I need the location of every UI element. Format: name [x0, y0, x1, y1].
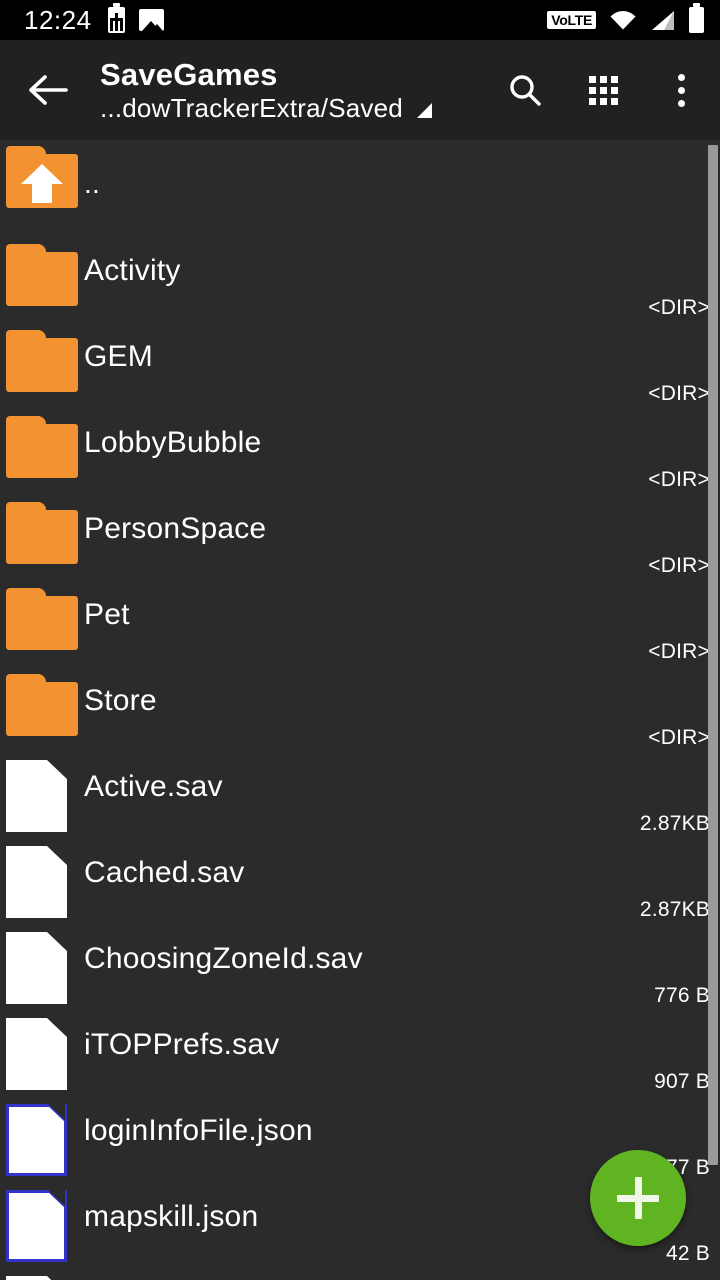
- list-item-name: Activity: [84, 254, 181, 287]
- overflow-menu-icon: [677, 73, 685, 107]
- status-right-icons: VoLTE: [547, 3, 708, 33]
- document-icon: [6, 932, 67, 1004]
- list-item-name: Active.sav: [84, 770, 223, 803]
- grid-view-icon: [588, 75, 618, 105]
- list-item-name: ChoosingZoneId.sav: [84, 942, 363, 975]
- page-title: SaveGames: [100, 57, 278, 93]
- xml-document-icon: [6, 1104, 67, 1176]
- list-item-meta: 907 B: [654, 1070, 710, 1093]
- list-item-name: PersonSpace: [84, 512, 267, 545]
- add-button[interactable]: [590, 1150, 686, 1246]
- status-clock: 12:24: [24, 5, 92, 35]
- folder-icon: [6, 244, 78, 306]
- list-item-icon: [0, 582, 84, 650]
- search-button[interactable]: [486, 40, 564, 140]
- list-item-meta: 2.87KB: [639, 898, 710, 921]
- status-left-icons: [107, 3, 164, 33]
- signal-icon: [650, 10, 676, 31]
- list-item[interactable]: [0, 1270, 720, 1280]
- list-item-meta: <DIR>: [648, 640, 710, 663]
- title-block: SaveGames ...dowTrackerExtra/Saved: [96, 57, 486, 122]
- list-item-icon: [0, 1270, 84, 1280]
- list-item-name: loginInfoFile.json: [84, 1114, 313, 1147]
- list-item-meta: <DIR>: [648, 726, 710, 749]
- file-list[interactable]: .. Activity <DIR> GEM <DIR> LobbyBubble <DI…: [0, 140, 720, 1280]
- document-icon: [6, 760, 67, 832]
- list-item-icon: [0, 238, 84, 306]
- grid-view-button[interactable]: [564, 40, 642, 140]
- battery-icon: [689, 3, 704, 33]
- list-item-name: Cached.sav: [84, 856, 245, 889]
- folder-icon: [6, 674, 78, 736]
- folder-icon: [6, 330, 78, 392]
- folder-icon: [6, 416, 78, 478]
- folder-icon: [6, 502, 78, 564]
- breadcrumb-path: ...dowTrackerExtra/Saved: [100, 92, 403, 123]
- list-item-name: iTOPPrefs.sav: [84, 1028, 280, 1061]
- list-item-name: Pet: [84, 598, 130, 631]
- battery-plus-icon: [107, 3, 125, 33]
- breadcrumb[interactable]: ...dowTrackerExtra/Saved: [100, 94, 486, 123]
- list-item[interactable]: ..: [0, 140, 720, 238]
- overflow-menu-button[interactable]: [642, 40, 720, 140]
- list-item-name: LobbyBubble: [84, 426, 262, 459]
- list-scrollbar[interactable]: [708, 140, 720, 1280]
- list-item-name: GEM: [84, 340, 153, 373]
- list-item-icon: [0, 410, 84, 478]
- list-item[interactable]: iTOPPrefs.sav 907 B: [0, 1012, 720, 1098]
- list-item[interactable]: Activity <DIR>: [0, 238, 720, 324]
- list-item-icon: [0, 840, 84, 918]
- list-item[interactable]: Pet <DIR>: [0, 582, 720, 668]
- list-item-meta: <DIR>: [648, 468, 710, 491]
- up-arrow-glyph: [21, 164, 63, 203]
- list-item-icon: [0, 324, 84, 392]
- document-icon: [6, 846, 67, 918]
- list-item-icon: [0, 926, 84, 1004]
- document-icon: [6, 1276, 67, 1280]
- list-item[interactable]: ChoosingZoneId.sav 776 B: [0, 926, 720, 1012]
- back-arrow-icon: [29, 75, 68, 105]
- list-item-name: mapskill.json: [84, 1200, 259, 1233]
- list-item-meta: <DIR>: [648, 554, 710, 577]
- list-item-meta: 42 B: [666, 1242, 710, 1265]
- list-item[interactable]: Cached.sav 2.87KB: [0, 840, 720, 926]
- wifi-icon: [609, 10, 637, 30]
- search-icon: [510, 75, 541, 106]
- list-item-meta: 2.87KB: [639, 812, 710, 835]
- app-bar: SaveGames ...dowTrackerExtra/Saved: [0, 40, 720, 140]
- list-item[interactable]: Store <DIR>: [0, 668, 720, 754]
- list-item-meta: 776 B: [654, 984, 710, 1007]
- volte-badge-icon: VoLTE: [547, 11, 596, 29]
- list-item-icon: [0, 1184, 84, 1262]
- gallery-icon: [138, 9, 164, 31]
- list-item-icon: [0, 496, 84, 564]
- file-manager-screen: 12:24 VoLTE SaveGames ...dowTrackerExtra…: [0, 0, 720, 1280]
- document-icon: [6, 1018, 67, 1090]
- list-item[interactable]: Active.sav 2.87KB: [0, 754, 720, 840]
- path-expand-icon[interactable]: [416, 102, 432, 118]
- scrollbar-thumb[interactable]: [708, 145, 718, 1165]
- list-item[interactable]: GEM <DIR>: [0, 324, 720, 410]
- list-item[interactable]: PersonSpace <DIR>: [0, 496, 720, 582]
- list-item-icon: [0, 1012, 84, 1090]
- xml-document-icon: [6, 1190, 67, 1262]
- list-item-icon: [0, 1098, 84, 1176]
- status-bar: 12:24 VoLTE: [0, 0, 720, 40]
- list-item-icon: [0, 754, 84, 832]
- list-item-icon: [0, 668, 84, 736]
- list-item-icon: [0, 140, 84, 208]
- list-item[interactable]: LobbyBubble <DIR>: [0, 410, 720, 496]
- folder-up-icon: [6, 146, 78, 208]
- list-item-meta: <DIR>: [648, 296, 710, 319]
- list-item-meta: <DIR>: [648, 382, 710, 405]
- folder-icon: [6, 588, 78, 650]
- back-button[interactable]: [0, 40, 96, 140]
- list-item-name: ..: [84, 168, 100, 199]
- list-item-name: Store: [84, 684, 157, 717]
